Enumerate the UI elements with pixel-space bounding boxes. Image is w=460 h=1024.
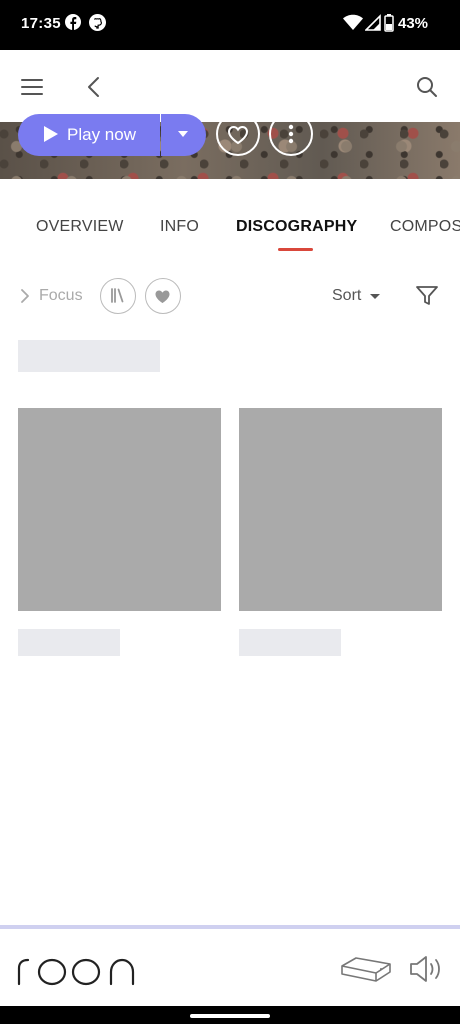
sort-caret-icon — [370, 294, 380, 299]
roon-core-device-icon[interactable] — [340, 954, 392, 984]
section-title-placeholder — [18, 340, 160, 372]
tab-info[interactable]: INFO — [160, 218, 199, 236]
library-filter-button[interactable] — [100, 278, 136, 314]
home-gesture-handle[interactable] — [190, 1014, 270, 1018]
discography-toolbar: Focus Sort — [0, 270, 460, 322]
github-icon — [89, 14, 106, 31]
top-app-bar — [0, 50, 460, 122]
chevron-right-icon — [21, 289, 29, 303]
bottom-bar — [0, 929, 460, 1006]
album-cover-placeholder[interactable] — [18, 408, 221, 611]
library-icon — [111, 288, 124, 303]
tab-compositions[interactable]: COMPOS — [390, 218, 460, 236]
active-tab-indicator — [278, 248, 313, 251]
artist-tabs: OVERVIEW INFO DISCOGRAPHY COMPOS — [0, 200, 460, 256]
battery-icon — [384, 14, 394, 32]
roon-logo — [17, 958, 135, 986]
back-arrow-icon[interactable] — [81, 74, 107, 100]
volume-icon[interactable] — [408, 954, 444, 984]
signal-icon — [365, 14, 381, 31]
search-icon[interactable] — [414, 74, 440, 100]
album-title-placeholder — [239, 629, 341, 656]
play-icon — [44, 126, 58, 142]
more-vertical-icon — [288, 124, 294, 144]
favorites-filter-button[interactable] — [145, 278, 181, 314]
sort-button[interactable]: Sort — [332, 287, 361, 305]
more-options-button[interactable] — [269, 112, 313, 156]
album-title-placeholder — [18, 629, 120, 656]
filter-icon[interactable] — [415, 285, 439, 307]
status-time: 17:35 — [21, 15, 61, 32]
battery-percent: 43% — [398, 15, 429, 32]
facebook-icon — [65, 14, 81, 30]
play-options-button[interactable] — [161, 114, 206, 156]
dropdown-caret-icon — [178, 131, 188, 137]
play-now-label: Play now — [67, 125, 136, 144]
tab-overview[interactable]: OVERVIEW — [36, 218, 124, 236]
status-bar: 17:35 43% — [0, 0, 460, 50]
album-cover-placeholder[interactable] — [239, 408, 442, 611]
play-now-button[interactable]: Play now — [18, 114, 160, 156]
wifi-icon — [343, 14, 363, 30]
heart-outline-icon — [227, 125, 249, 145]
focus-button[interactable]: Focus — [39, 287, 83, 305]
favorite-button[interactable] — [216, 112, 260, 156]
hamburger-menu-icon[interactable] — [19, 74, 45, 100]
heart-filled-icon — [155, 290, 170, 303]
tab-discography[interactable]: DISCOGRAPHY — [236, 218, 357, 236]
system-nav-bar — [0, 1006, 460, 1024]
